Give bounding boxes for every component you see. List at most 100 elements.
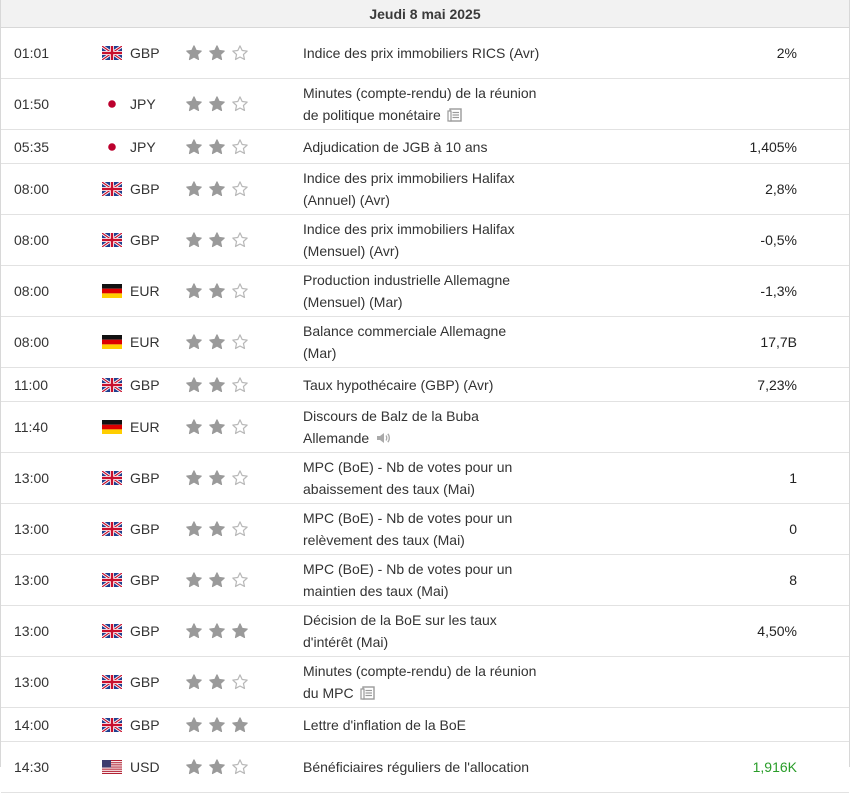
event-title-text: Lettre d'inflation de la BoE [303,716,467,733]
actual-value: 1,405% [749,138,797,155]
event-row[interactable]: 13:00 GBP MPC (BoE) - Nb de votes pour un … [1,555,849,606]
star-filled-icon [185,571,203,589]
event-title[interactable]: Indice des prix immobiliers Halifax (Men… [303,218,543,262]
event-row[interactable]: 11:40 EUR Discours de Balz de la Buba Alle… [1,402,849,453]
star-filled-icon [185,418,203,436]
star-filled-icon [208,673,226,691]
importance-rating [185,231,254,249]
event-row[interactable]: 05:35 JPY Adjudication de JGB à 10 ans 1,40… [1,130,849,164]
event-row[interactable]: 08:00 EUR Balance commerciale Allemagne (M… [1,317,849,368]
star-filled-icon [185,622,203,640]
star-filled-icon [185,44,203,62]
event-currency: GBP [130,674,160,690]
importance-rating [185,571,254,589]
event-row[interactable]: 11:00 GBP Taux hypothécaire (GBP) (Avr) 7,2… [1,368,849,402]
actual-value: 1 [789,470,797,486]
event-title-text: Indice des prix immobiliers Halifax (Ann… [303,170,515,208]
importance-rating [185,716,254,734]
event-row[interactable]: 01:50 JPY Minutes (compte-rendu) de la réu… [1,79,849,130]
star-filled-icon [208,716,226,734]
uk-flag-icon [101,376,123,393]
star-empty-icon [231,376,249,394]
star-filled-icon [185,520,203,538]
star-empty-icon [231,469,249,487]
star-empty-icon [231,758,249,776]
star-filled-icon [231,622,249,640]
star-empty-icon [231,571,249,589]
star-filled-icon [185,716,203,734]
actual-value: 8 [789,572,797,588]
star-empty-icon [231,282,249,300]
event-title[interactable]: Balance commerciale Allemagne (Mar) [303,320,543,364]
event-title-text: MPC (BoE) - Nb de votes pour un maintien… [303,561,513,599]
event-currency: GBP [130,45,160,61]
actual-value: 4,50% [757,623,797,639]
event-row[interactable]: 14:00 GBP Lettre d'inflation de la BoE [1,708,849,742]
event-title[interactable]: Minutes (compte-rendu) de la réunion du … [303,660,543,704]
event-row[interactable]: 13:00 GBP MPC (BoE) - Nb de votes pour un … [1,504,849,555]
event-currency: EUR [130,283,160,299]
event-time: 13:00 [14,521,50,537]
star-filled-icon [185,138,203,156]
star-filled-icon [185,95,203,113]
event-row[interactable]: 13:00 GBP Minutes (compte-rendu) de la réu… [1,657,849,708]
event-title[interactable]: Taux hypothécaire (GBP) (Avr) [303,374,543,396]
star-filled-icon [208,44,226,62]
actual-value: 2% [776,45,797,61]
star-filled-icon [208,758,226,776]
star-empty-icon [231,418,249,436]
star-filled-icon [208,231,226,249]
document-icon[interactable] [447,106,462,122]
star-empty-icon [231,673,249,691]
event-time: 05:35 [14,138,50,155]
uk-flag-icon [101,716,123,733]
star-filled-icon [208,95,226,113]
event-title[interactable]: Indice des prix immobiliers Halifax (Ann… [303,167,543,211]
japan-flag-icon [102,97,122,111]
event-row[interactable]: 14:30 USD Bénéficiaires réguliers de l'all… [1,742,849,793]
event-title[interactable]: MPC (BoE) - Nb de votes pour un abaissem… [303,456,543,500]
event-title[interactable]: Lettre d'inflation de la BoE [303,714,543,736]
event-currency: GBP [130,521,160,537]
uk-flag-icon [101,44,123,62]
event-title-text: Décision de la BoE sur les taux d'intérê… [303,612,497,650]
actual-value: 17,7B [760,334,797,350]
star-filled-icon [208,520,226,538]
event-time: 13:00 [14,674,50,690]
event-currency: EUR [130,334,160,350]
star-filled-icon [208,418,226,436]
germany-flag-icon [102,335,122,349]
event-title[interactable]: MPC (BoE) - Nb de votes pour un maintien… [303,558,543,602]
event-title[interactable]: Production industrielle Allemagne (Mensu… [303,269,543,313]
star-empty-icon [231,44,249,62]
event-title-text: Taux hypothécaire (GBP) (Avr) [303,376,494,393]
star-filled-icon [208,138,226,156]
event-title[interactable]: Décision de la BoE sur les taux d'intérê… [303,609,543,653]
event-currency: GBP [130,716,160,733]
event-time: 08:00 [14,283,50,299]
importance-rating [185,138,254,156]
event-time: 14:30 [14,759,50,775]
event-row[interactable]: 13:00 GBP MPC (BoE) - Nb de votes pour un … [1,453,849,504]
germany-flag-icon [102,420,122,434]
star-filled-icon [208,469,226,487]
actual-value: -0,5% [760,232,797,248]
event-title-text: Balance commerciale Allemagne (Mar) [303,323,507,361]
event-title[interactable]: Minutes (compte-rendu) de la réunion de … [303,82,543,126]
document-icon[interactable] [359,684,375,700]
event-row[interactable]: 01:01 GBP Indice des prix immobiliers RICS… [1,28,849,79]
event-row[interactable]: 08:00 GBP Indice des prix immobiliers Hali… [1,215,849,266]
speaker-icon[interactable] [375,429,391,443]
event-title[interactable]: Adjudication de JGB à 10 ans [303,136,543,158]
event-row[interactable]: 08:00 GBP Indice des prix immobiliers Hali… [1,164,849,215]
event-title[interactable]: MPC (BoE) - Nb de votes pour un relèveme… [303,507,543,551]
uk-flag-icon [101,469,123,487]
star-filled-icon [185,180,203,198]
event-title[interactable]: Bénéficiaires réguliers de l'allocation [303,756,543,778]
event-title[interactable]: Indice des prix immobiliers RICS (Avr) [303,42,543,64]
event-row[interactable]: 08:00 EUR Production industrielle Allemagn… [1,266,849,317]
star-empty-icon [231,138,249,156]
event-title[interactable]: Discours de Balz de la Buba Allemande [303,405,543,449]
event-row[interactable]: 13:00 GBP Décision de la BoE sur les taux … [1,606,849,657]
star-empty-icon [231,520,249,538]
